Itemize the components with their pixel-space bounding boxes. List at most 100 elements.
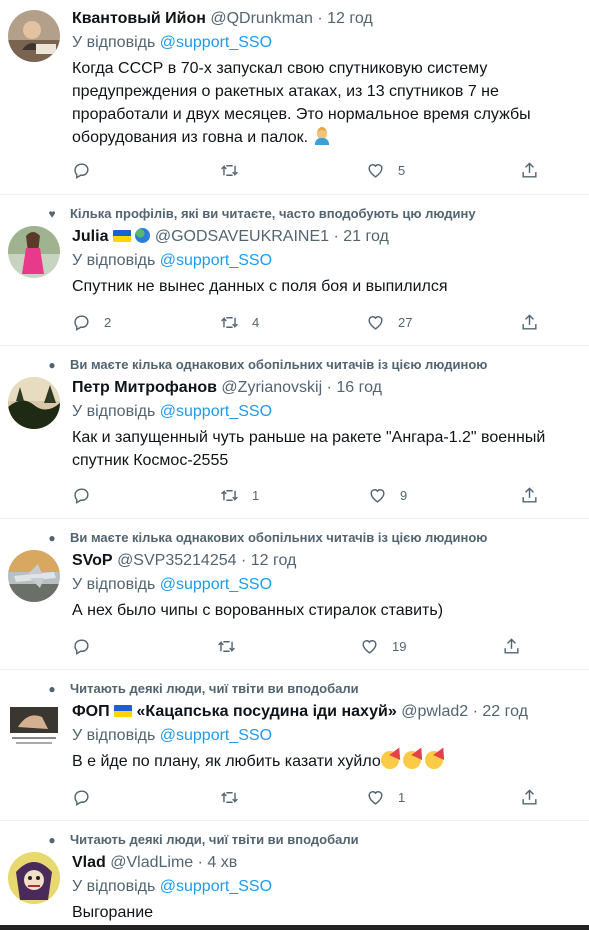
reply-to-link[interactable]: @support_SSO — [160, 252, 272, 269]
like-button[interactable]: 9 — [368, 484, 407, 506]
like-count: 5 — [398, 162, 406, 178]
reply-button[interactable] — [72, 484, 104, 506]
tweet-header: SVoP @SVP35214254 · 12 год — [72, 552, 296, 570]
avatar[interactable] — [8, 10, 60, 62]
reply-to-line: У відповідь @support_SSO — [72, 34, 272, 52]
reply-icon — [74, 162, 89, 179]
tweet-time[interactable]: · 12 год — [241, 552, 296, 569]
reply-to-link[interactable]: @support_SSO — [160, 727, 272, 744]
author-name[interactable]: Vlad — [72, 854, 106, 871]
reply-button[interactable] — [72, 635, 104, 657]
retweet-icon — [221, 164, 238, 176]
share-icon — [522, 788, 537, 805]
person-context-icon: ● — [48, 682, 56, 696]
author-name[interactable]: Петр Митрофанов — [72, 379, 217, 396]
like-icon — [368, 315, 383, 330]
reply-button[interactable] — [72, 786, 104, 808]
social-context: ● Читають деякі люди, чиї твіти ви вподоб… — [44, 832, 359, 847]
author-handle[interactable]: @pwlad2 — [401, 703, 468, 720]
retweet-count: 1 — [252, 487, 260, 503]
tweet[interactable]: ♥ Кілька профілів, які ви читаєте, часто … — [0, 195, 589, 346]
tweet[interactable]: ● Читають деякі люди, чиї твіти ви вподоб… — [0, 670, 589, 821]
tweet-time[interactable]: · 21 год — [334, 228, 389, 245]
author-handle[interactable]: @VladLime — [110, 854, 193, 871]
person-emoji-icon — [313, 127, 331, 145]
like-icon — [368, 163, 383, 178]
like-button[interactable]: 1 — [366, 786, 405, 808]
tweet[interactable]: ● Читають деякі люди, чиї твіти ви вподоб… — [0, 821, 589, 930]
retweet-button[interactable]: 4 — [220, 311, 259, 333]
like-button[interactable]: 19 — [360, 635, 406, 657]
tweet-actions: 19 — [72, 635, 572, 657]
social-context-text: Читають деякі люди, чиї твіти ви вподоба… — [70, 832, 359, 847]
author-name-suffix: «Кацапська посудина іди нахуй» — [136, 703, 397, 720]
tweet-time[interactable]: · 22 год — [473, 703, 528, 720]
share-button[interactable] — [520, 159, 539, 181]
retweet-icon — [218, 640, 235, 652]
retweet-icon — [221, 791, 238, 803]
reply-button[interactable]: 2 — [72, 311, 111, 333]
retweet-button[interactable] — [220, 786, 252, 808]
author-handle[interactable]: @Zyrianovskij — [221, 379, 322, 396]
like-button[interactable]: 5 — [366, 159, 405, 181]
reply-prefix: У відповідь — [72, 878, 156, 895]
reply-prefix: У відповідь — [72, 576, 156, 593]
author-name[interactable]: Julia — [72, 228, 108, 245]
like-icon — [370, 488, 385, 503]
retweet-button[interactable]: 1 — [220, 484, 259, 506]
social-context-text: Ви маєте кілька однакових обопільних чит… — [70, 357, 488, 372]
avatar[interactable] — [8, 226, 60, 278]
globe-icon — [135, 228, 151, 243]
tweet-header: Квантовый Ийон @QDrunkman · 12 год — [72, 10, 373, 28]
tweet-text: Когда СССР в 70-х запускал свою спутнико… — [72, 57, 586, 149]
reply-to-link[interactable]: @support_SSO — [160, 34, 272, 51]
tweet-time[interactable]: · 4 хв — [198, 854, 238, 871]
reply-to-link[interactable]: @support_SSO — [160, 576, 272, 593]
avatar[interactable] — [8, 852, 60, 904]
author-name[interactable]: ФОП — [72, 703, 110, 720]
share-button[interactable] — [502, 635, 521, 657]
social-context: ● Читають деякі люди, чиї твіти ви вподоб… — [44, 681, 359, 696]
avatar[interactable] — [8, 550, 60, 602]
window-bottom-edge — [0, 925, 589, 930]
like-count: 27 — [398, 314, 413, 330]
tweet-header: Петр Митрофанов @Zyrianovskij · 16 год — [72, 379, 382, 397]
like-count: 9 — [400, 487, 408, 503]
author-name[interactable]: SVoP — [72, 552, 113, 569]
person-context-icon: ● — [48, 358, 56, 372]
social-context-text: Читають деякі люди, чиї твіти ви вподоба… — [70, 681, 359, 696]
reply-to-link[interactable]: @support_SSO — [160, 403, 272, 420]
tweet-actions: 1 — [72, 786, 572, 808]
tweet-actions: 1 9 — [72, 484, 572, 506]
ukraine-flag-icon — [114, 705, 133, 717]
share-button[interactable] — [520, 484, 539, 506]
tweet-text-content: В е йде по плану, як любить казати хуйло — [72, 753, 381, 770]
retweet-icon — [221, 489, 238, 501]
retweet-button[interactable] — [220, 159, 252, 181]
tweet-time[interactable]: · 16 год — [327, 379, 382, 396]
reply-to-link[interactable]: @support_SSO — [160, 878, 272, 895]
reply-count: 2 — [104, 314, 112, 330]
author-handle[interactable]: @SVP35214254 — [117, 552, 236, 569]
tweet-text-content: Когда СССР в 70-х запускал свою спутнико… — [72, 60, 531, 146]
reply-button[interactable] — [72, 159, 104, 181]
retweet-button[interactable] — [217, 635, 249, 657]
heart-context-icon: ♥ — [48, 207, 56, 221]
party-face-icon — [380, 751, 399, 769]
reply-icon — [74, 314, 89, 331]
share-button[interactable] — [520, 786, 539, 808]
share-button[interactable] — [520, 311, 539, 333]
like-button[interactable]: 27 — [366, 311, 412, 333]
avatar[interactable] — [8, 377, 60, 429]
tweet-time[interactable]: · 12 год — [317, 10, 372, 27]
tweet[interactable]: Квантовый Ийон @QDrunkman · 12 год У від… — [0, 0, 589, 195]
tweet[interactable]: ● Ви маєте кілька однакових обопільних чи… — [0, 519, 589, 670]
author-handle[interactable]: @QDrunkman — [210, 10, 313, 27]
tweet-text: Как и запущенный чуть раньше на ракете "… — [72, 429, 546, 469]
reply-icon — [74, 789, 89, 806]
tweet[interactable]: ● Ви маєте кілька однакових обопільних чи… — [0, 346, 589, 519]
author-name[interactable]: Квантовый Ийон — [72, 10, 206, 27]
author-handle[interactable]: @GODSAVEUKRAINE1 — [155, 228, 329, 245]
tweet-text: В е йде по плану, як любить казати хуйло — [72, 750, 586, 773]
avatar[interactable] — [8, 701, 60, 753]
